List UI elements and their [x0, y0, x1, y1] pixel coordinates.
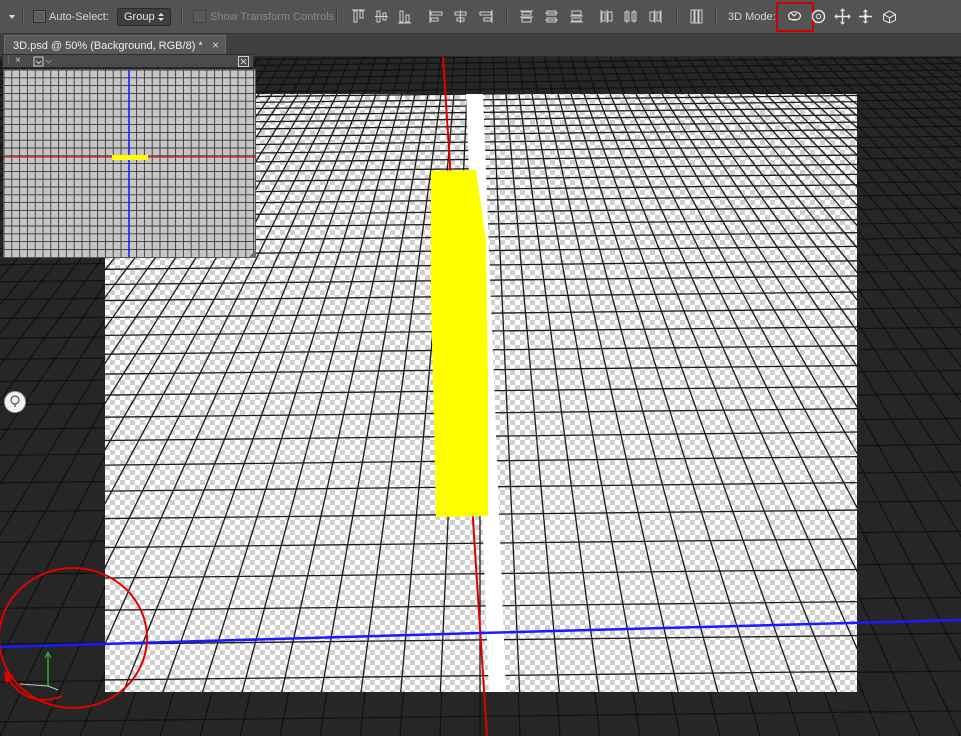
secondary-view-scene	[4, 70, 255, 257]
secondary-view-header: ⁞ ×	[2, 54, 254, 68]
3d-mode-text: 3D Mode:	[728, 10, 776, 23]
grip-icon: ⁞	[7, 55, 10, 66]
options-bar: Auto-Select: Group Show Transform Contro…	[0, 0, 961, 34]
distribute-right-icon[interactable]	[647, 8, 664, 25]
align-top-icon[interactable]	[350, 8, 367, 25]
align-right-icon[interactable]	[477, 8, 494, 25]
distribute-top-icon[interactable]	[518, 8, 535, 25]
close-icon[interactable]: ×	[15, 55, 21, 66]
rotate-3d-highlight	[776, 2, 814, 32]
checkbox-box	[193, 10, 206, 23]
show-transform-label: Show Transform Controls	[210, 0, 334, 33]
document-tab-title: 3D.psd @ 50% (Background, RGB/8) *	[13, 40, 203, 52]
yellow-3d-object[interactable]	[431, 170, 488, 517]
show-transform-text: Show Transform Controls	[210, 10, 335, 23]
show-transform-checkbox[interactable]	[193, 0, 206, 33]
3d-mode-label: 3D Mode:	[728, 0, 776, 33]
divider	[715, 7, 717, 26]
divider	[181, 7, 183, 26]
distribute-bottom-icon[interactable]	[568, 8, 585, 25]
distribute-hcenter-icon[interactable]	[622, 8, 639, 25]
divider	[676, 7, 678, 26]
document-tab[interactable]: 3D.psd @ 50% (Background, RGB/8) * ×	[4, 35, 226, 56]
auto-align-icon[interactable]	[688, 8, 705, 25]
roll-3d-icon[interactable]	[810, 8, 827, 25]
divider	[22, 7, 24, 26]
checkbox-box	[33, 10, 46, 23]
chevron-down-icon	[9, 14, 15, 19]
divider	[336, 7, 338, 26]
auto-select-target-select[interactable]: Group	[117, 0, 171, 33]
scale-3d-icon[interactable]	[881, 8, 901, 25]
light-bulb-icon[interactable]	[4, 391, 26, 413]
slide-3d-icon[interactable]	[857, 8, 874, 25]
align-hcenter-icon[interactable]	[452, 8, 469, 25]
resize-grip-icon[interactable]	[248, 250, 256, 258]
group-select-value: Group	[124, 10, 155, 23]
auto-select-text: Auto-Select:	[49, 10, 109, 23]
select-arrows-icon	[158, 12, 164, 21]
group-select-box[interactable]: Group	[117, 7, 171, 26]
drag-3d-icon[interactable]	[834, 8, 851, 25]
auto-select-label: Auto-Select:	[49, 0, 109, 33]
align-vcenter-icon[interactable]	[373, 8, 390, 25]
view-select-icon[interactable]	[33, 56, 53, 70]
mini-yellow-object	[112, 155, 148, 160]
expand-icon[interactable]	[238, 56, 249, 70]
auto-select-checkbox[interactable]	[33, 0, 46, 33]
align-left-icon[interactable]	[428, 8, 445, 25]
divider	[506, 7, 508, 26]
close-icon[interactable]: ×	[212, 38, 219, 52]
distribute-vcenter-icon[interactable]	[543, 8, 560, 25]
align-bottom-icon[interactable]	[396, 8, 413, 25]
distribute-left-icon[interactable]	[598, 8, 615, 25]
secondary-view[interactable]	[3, 69, 256, 258]
tool-preset-dropdown[interactable]	[9, 0, 15, 33]
